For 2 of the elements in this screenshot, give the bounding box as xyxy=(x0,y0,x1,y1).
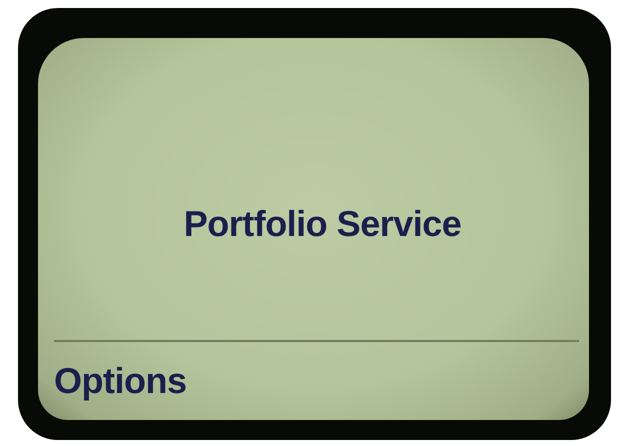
screen-title: Portfolio Service xyxy=(184,203,462,245)
options-softkey[interactable]: Options xyxy=(54,360,186,402)
